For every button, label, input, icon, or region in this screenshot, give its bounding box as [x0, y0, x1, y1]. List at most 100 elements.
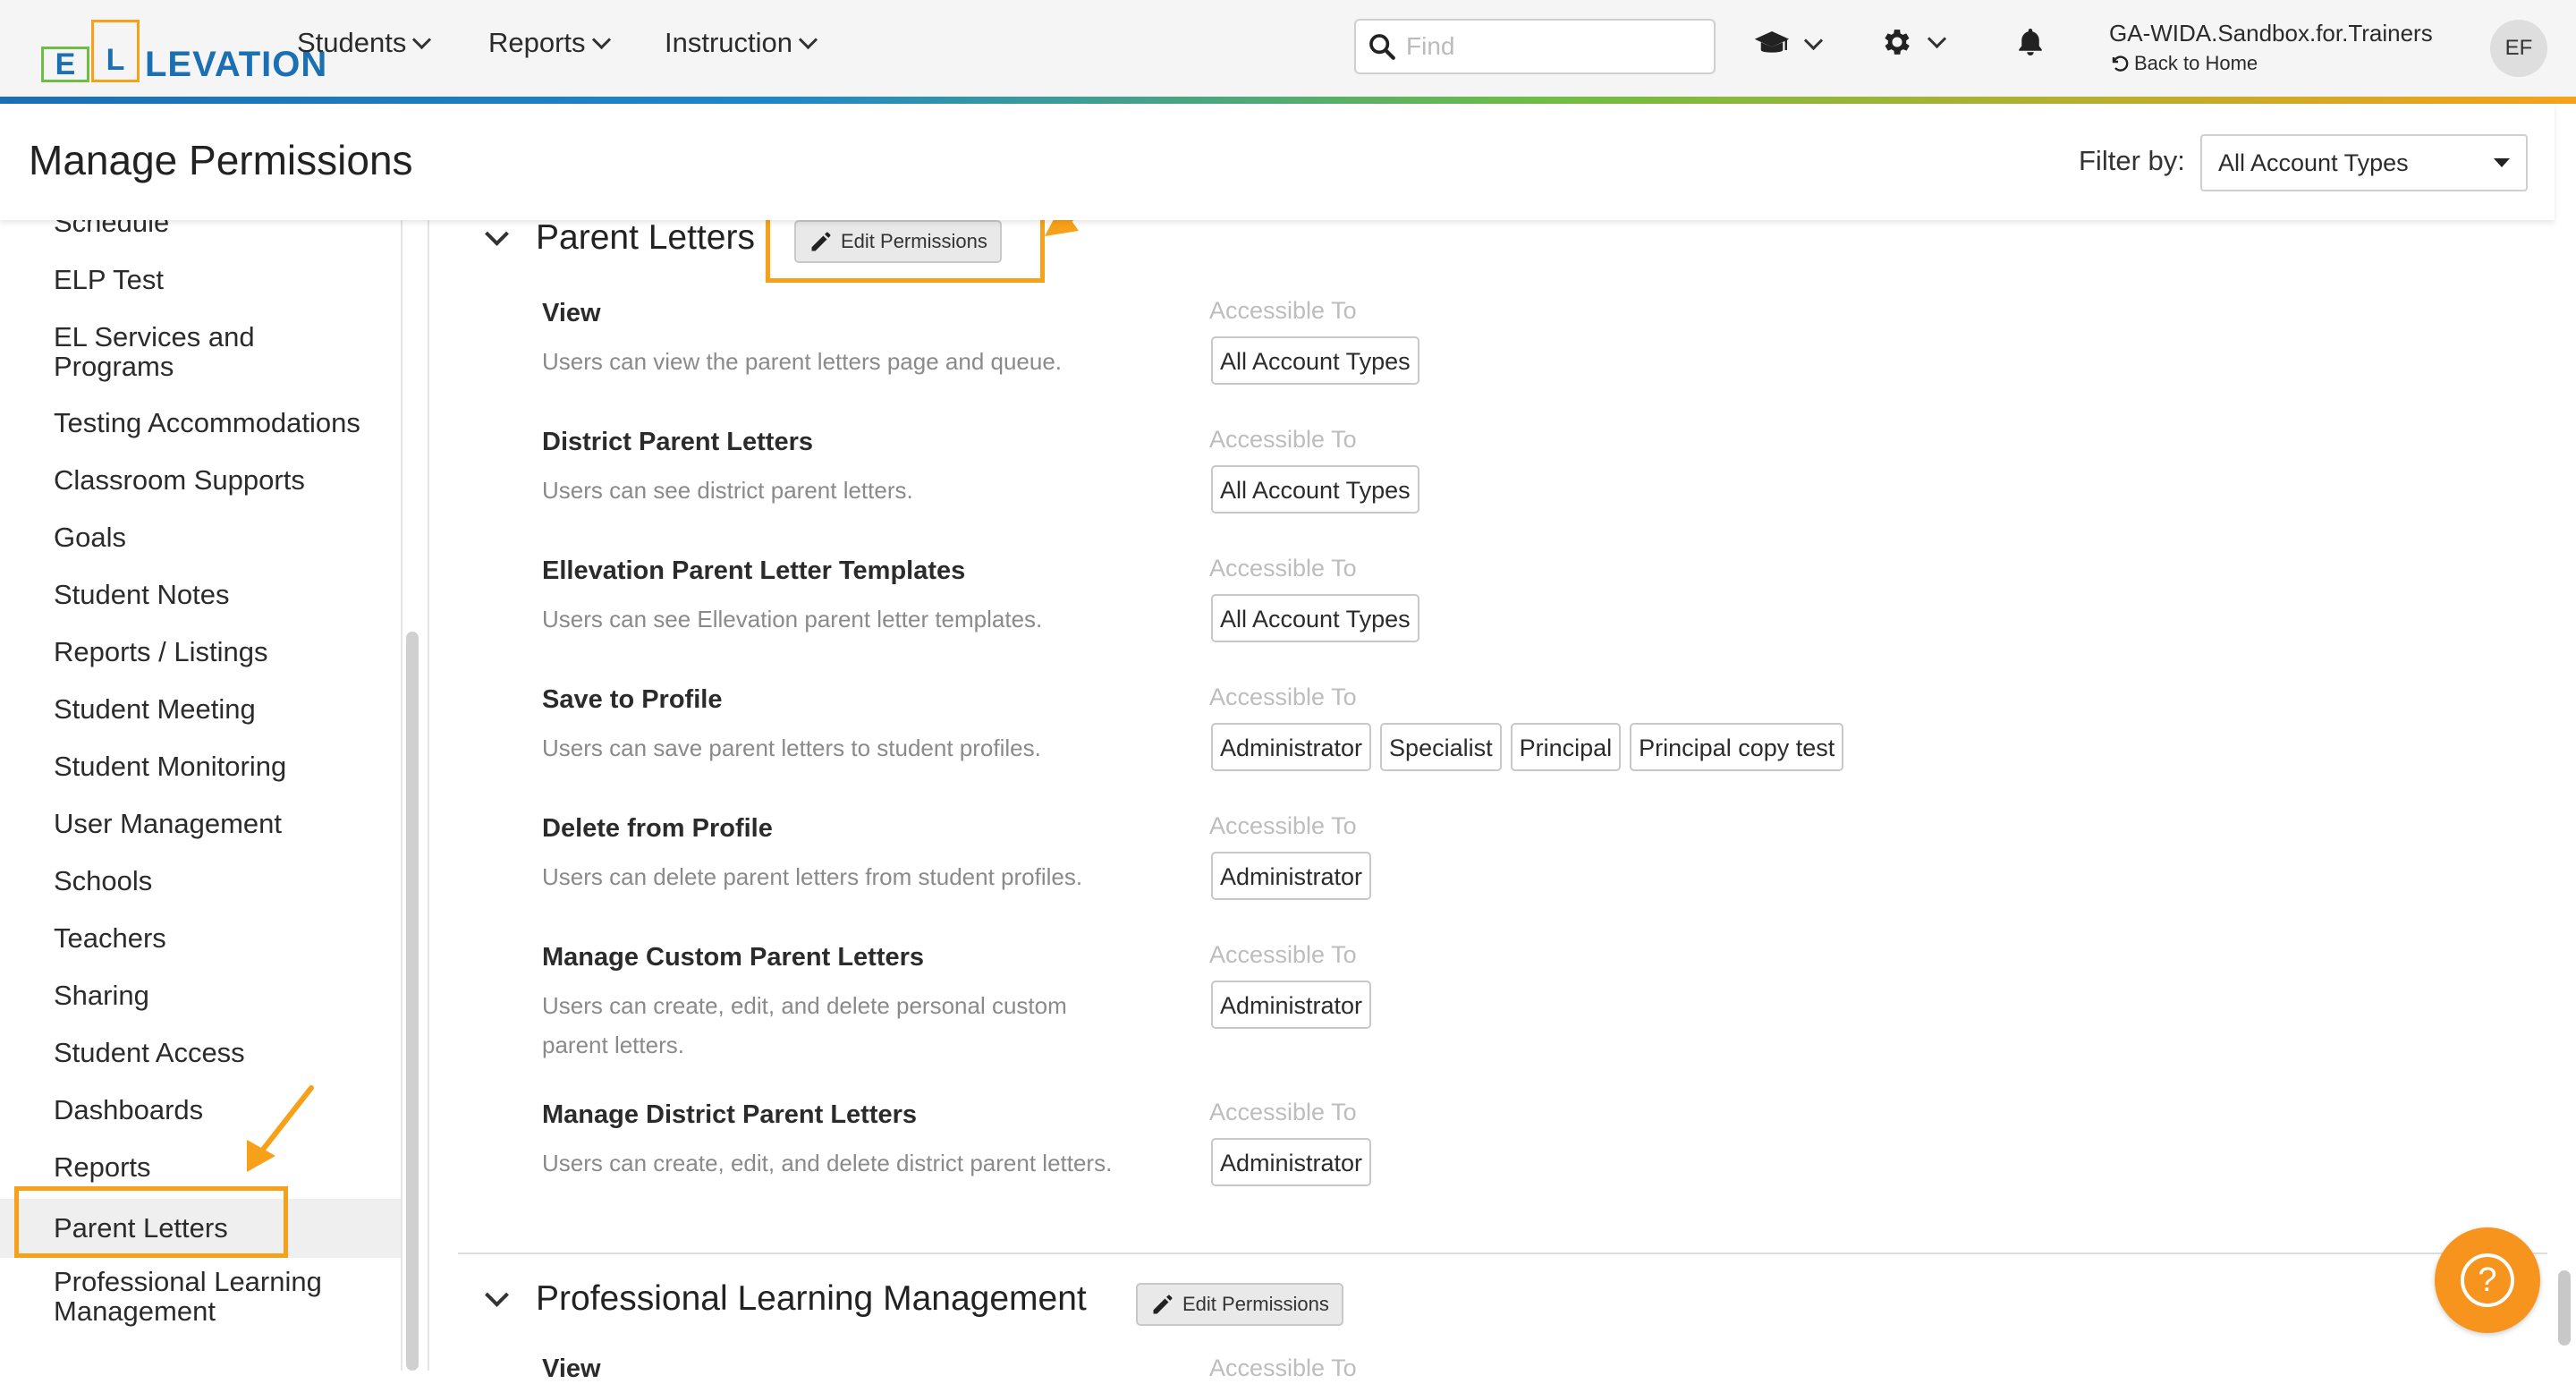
logo-mark-l: L	[91, 20, 140, 82]
logo-mark-e: E	[41, 47, 89, 82]
settings-menu[interactable]	[1880, 25, 1947, 59]
accessible-to-label: Accessible To	[1209, 555, 1357, 582]
sidebar-item-reports-listings[interactable]: Reports / Listings	[0, 637, 401, 667]
help-button[interactable]: ?	[2435, 1227, 2540, 1333]
role-chips: All Account Types	[1211, 594, 1419, 642]
sidebar-item-professional-learning[interactable]: Professional Learning Management	[0, 1267, 401, 1326]
permission-description: Users can see Ellevation parent letter t…	[542, 606, 1043, 633]
permission-title: District Parent Letters	[542, 428, 813, 456]
graduation-cap-icon	[1754, 31, 1790, 53]
role-chip: Principal copy test	[1630, 723, 1844, 771]
sidebar-item-dashboards[interactable]: Dashboards	[0, 1095, 401, 1125]
accessible-to-label: Accessible To	[1209, 812, 1357, 839]
role-chips: All Account Types	[1211, 465, 1419, 514]
permission-description: Users can create, edit, and delete perso…	[542, 992, 1067, 1058]
permission-description: Users can delete parent letters from stu…	[542, 863, 1083, 890]
sidebar-item-user-management[interactable]: User Management	[0, 809, 401, 838]
role-chip: Principal	[1510, 723, 1622, 771]
permission-description: Users can view the parent letters page a…	[542, 348, 1063, 375]
sidebar-item-classroom-supports[interactable]: Classroom Supports	[0, 465, 401, 495]
account-type-filter[interactable]: All Account Types	[2200, 134, 2528, 191]
role-chip: Administrator	[1211, 852, 1372, 900]
edit-permissions-button[interactable]: Edit Permissions	[1136, 1283, 1343, 1326]
section-title: Parent Letters	[536, 218, 755, 257]
avatar[interactable]: EF	[2490, 20, 2547, 77]
accessible-to-label: Accessible To	[1209, 941, 1357, 968]
pencil-icon	[1153, 1295, 1173, 1314]
permission-title: Ellevation Parent Letter Templates	[542, 556, 966, 585]
nav-instruction[interactable]: Instruction	[665, 27, 818, 59]
section-title: Professional Learning Management	[536, 1279, 1087, 1318]
bell-icon	[2019, 29, 2042, 55]
permission-title: Save to Profile	[542, 685, 723, 714]
search-box[interactable]	[1354, 19, 1716, 74]
sidebar-item-student-meeting[interactable]: Student Meeting	[0, 694, 401, 724]
sidebar-item-schools[interactable]: Schools	[0, 866, 401, 896]
sidebar-item-parent-letters[interactable]: Parent Letters	[0, 1199, 401, 1258]
dropdown-arrow-icon	[2494, 158, 2510, 167]
main-scrollbar[interactable]	[2558, 1270, 2571, 1346]
nav-reports[interactable]: Reports	[488, 27, 611, 59]
role-chips: Administrator	[1211, 1138, 1372, 1186]
ellevation-logo[interactable]: E L LEVATION	[41, 14, 327, 82]
permission-title: Manage Custom Parent Letters	[542, 943, 925, 972]
nav-students[interactable]: Students	[297, 27, 432, 59]
sidebar-item-reports[interactable]: Reports	[0, 1152, 401, 1182]
role-chip: All Account Types	[1211, 594, 1419, 642]
filter-selected-value: All Account Types	[2218, 149, 2409, 176]
permission-title: View	[542, 299, 601, 327]
role-chips: Administrator	[1211, 981, 1372, 1029]
pencil-icon	[811, 232, 831, 251]
sidebar-scrollbar[interactable]	[406, 632, 419, 1371]
search-input[interactable]	[1404, 31, 1694, 62]
sidebar-item-student-monitoring[interactable]: Student Monitoring	[0, 751, 401, 781]
role-chips: Administrator	[1211, 852, 1372, 900]
chevron-down-icon	[591, 30, 611, 49]
sidebar-item-teachers[interactable]: Teachers	[0, 923, 401, 953]
nav-instruction-label: Instruction	[665, 27, 793, 58]
chevron-down-icon[interactable]	[485, 221, 509, 246]
accessible-to-label: Accessible To	[1209, 426, 1357, 453]
edit-permissions-label: Edit Permissions	[841, 230, 987, 252]
role-chip: All Account Types	[1211, 336, 1419, 385]
permissions-content	[428, 220, 2549, 1371]
sidebar-item-goals[interactable]: Goals	[0, 522, 401, 552]
accessible-to-label: Accessible To	[1209, 1099, 1357, 1125]
filter-label: Filter by:	[2079, 145, 2185, 176]
search-icon	[1369, 34, 1395, 60]
role-chip: Administrator	[1211, 723, 1372, 771]
section-header-parent-letters: Parent Letters	[485, 218, 755, 258]
nav-students-label: Students	[297, 27, 407, 58]
undo-icon	[2112, 55, 2129, 72]
edit-permissions-label: Edit Permissions	[1182, 1293, 1329, 1315]
role-chips: All Account Types	[1211, 336, 1419, 385]
edit-permissions-button[interactable]: Edit Permissions	[794, 220, 1002, 263]
sidebar-item-student-notes[interactable]: Student Notes	[0, 580, 401, 609]
account-name[interactable]: GA-WIDA.Sandbox.for.Trainers	[2109, 20, 2433, 47]
role-chip: Administrator	[1211, 981, 1372, 1029]
sidebar-item-el-services[interactable]: EL Services and Programs	[0, 322, 401, 381]
role-chips: Administrator Specialist Principal Princ…	[1211, 723, 1844, 771]
back-to-home-label: Back to Home	[2134, 52, 2258, 74]
chevron-down-icon	[798, 30, 818, 49]
notifications-button[interactable]	[2014, 25, 2046, 59]
permission-description: Users can see district parent letters.	[542, 477, 913, 504]
accessible-to-label: Accessible To	[1209, 684, 1357, 710]
school-year-menu[interactable]	[1753, 25, 1824, 63]
role-chip: Administrator	[1211, 1138, 1372, 1186]
chevron-down-icon	[1927, 29, 1947, 48]
chevron-down-icon	[1803, 30, 1824, 50]
permissions-sidebar: Schedule ELP Test EL Services and Progra…	[0, 104, 402, 1371]
gear-icon	[1885, 30, 1910, 55]
sidebar-item-student-access[interactable]: Student Access	[0, 1038, 401, 1067]
permission-description: Users can create, edit, and delete distr…	[542, 1150, 1113, 1176]
sidebar-item-testing-accommodations[interactable]: Testing Accommodations	[0, 408, 401, 437]
role-chip: Specialist	[1380, 723, 1502, 771]
sidebar-item-elp-test[interactable]: ELP Test	[0, 265, 401, 294]
accessible-to-label: Accessible To	[1209, 1354, 1357, 1381]
chevron-down-icon[interactable]	[485, 1282, 509, 1307]
sidebar-item-sharing[interactable]: Sharing	[0, 981, 401, 1010]
permission-title: View	[542, 1354, 601, 1383]
back-to-home-link[interactable]: Back to Home	[2109, 52, 2258, 75]
accessible-to-label: Accessible To	[1209, 297, 1357, 324]
